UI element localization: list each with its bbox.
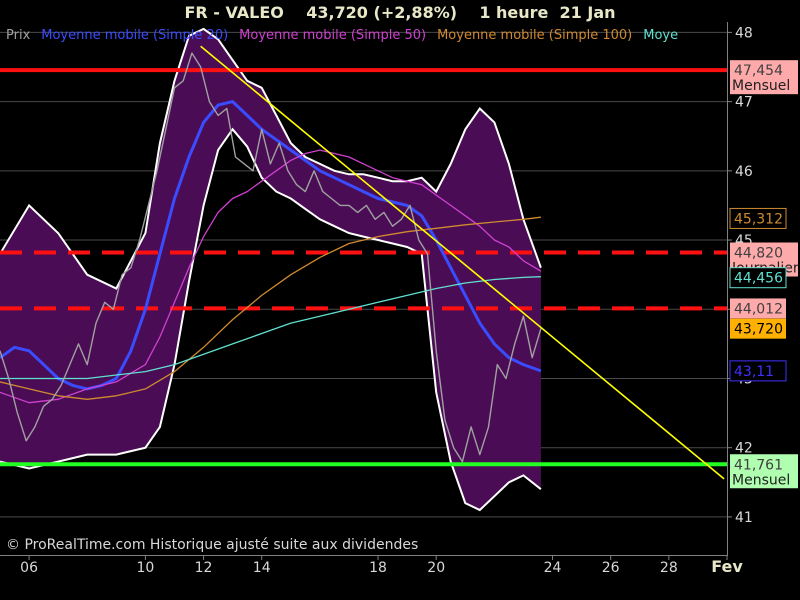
chart-title: FR - VALEO 43,720 (+2,88%) 1 heure 21 Ja… <box>184 3 615 22</box>
xtick-label: 18 <box>369 560 387 576</box>
xtick-label: 06 <box>20 560 38 576</box>
ytick-label: 48 <box>735 25 753 41</box>
xtick-label: 20 <box>427 560 445 576</box>
marker-value-4: 45,312 <box>734 211 783 227</box>
xtick-label: 24 <box>544 560 562 576</box>
legend-entry-3: Moyenne mobile (Simple 100) <box>437 28 632 43</box>
xtick-label: 14 <box>253 560 271 576</box>
marker-value-3: 41,761 <box>734 457 783 473</box>
xtick-label: 12 <box>195 560 213 576</box>
legend-entry-2: Moyenne mobile (Simple 50) <box>239 28 426 43</box>
legend-entry-1: Moyenne mobile (Simple 20) <box>41 28 228 43</box>
marker-value-6: 43,720 <box>734 322 783 338</box>
ytick-label: 46 <box>735 164 753 180</box>
xtick-label: 10 <box>136 560 154 576</box>
legend-items: Prix Moyenne mobile (Simple 20) Moyenne mo… <box>6 28 678 43</box>
marker-value-7: 43,11 <box>734 364 774 380</box>
marker-value-0: 47,454 <box>734 63 783 79</box>
time-axis-border <box>0 555 728 556</box>
legend: Prix Moyenne mobile (Simple 20) Moyenne mo… <box>6 28 678 43</box>
ytick-label: 47 <box>735 95 753 111</box>
xtick-label: Fev <box>711 557 743 576</box>
marker-sublabel-3: Mensuel <box>732 472 790 488</box>
chart-footer: © ProRealTime.com Historique ajusté suit… <box>6 537 418 553</box>
legend-entry-0: Prix <box>6 28 31 43</box>
ytick-label: 41 <box>735 510 753 526</box>
xtick-label: 26 <box>602 560 620 576</box>
price-chart: 4847464544434241 061012141820242628Fev 4… <box>0 0 800 600</box>
xtick-label: 28 <box>660 560 678 576</box>
marker-value-2: 44,012 <box>734 301 783 317</box>
legend-entry-4: Moye <box>643 28 678 43</box>
marker-sublabel-0: Mensuel <box>732 78 790 94</box>
marker-value-1: 44,820 <box>734 246 783 262</box>
marker-value-5: 44,456 <box>734 271 783 287</box>
